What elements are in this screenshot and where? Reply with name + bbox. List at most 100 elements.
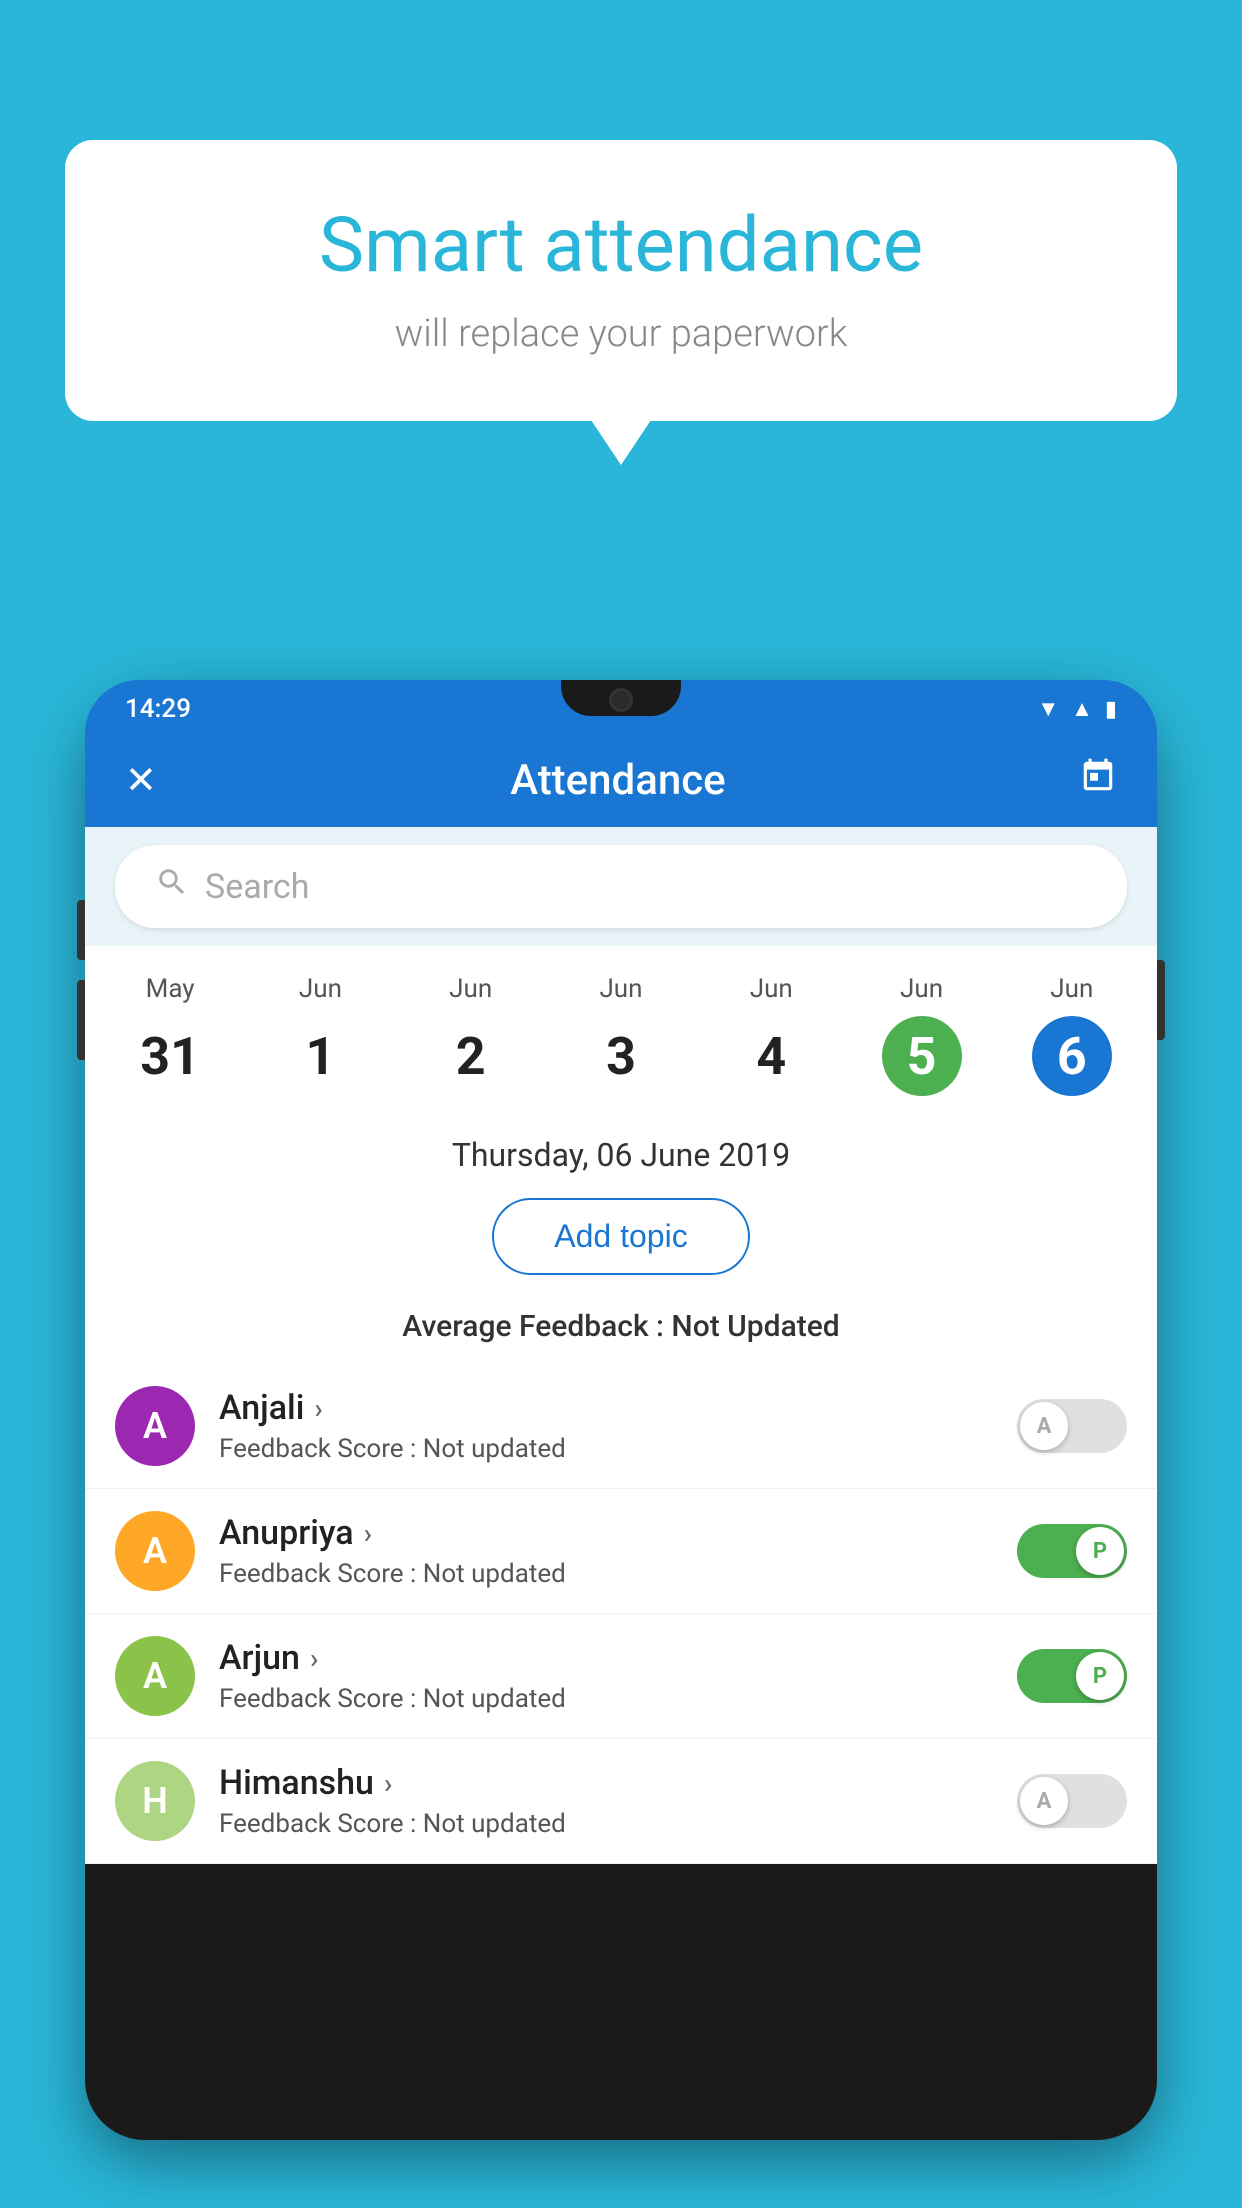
student-info: Anjali › Feedback Score : Not updated: [219, 1388, 993, 1464]
student-name-text: Arjun: [219, 1638, 300, 1678]
phone-notch: [561, 680, 681, 716]
speech-bubble: Smart attendance will replace your paper…: [65, 140, 1177, 421]
cal-date-label: 2: [431, 1016, 511, 1096]
attendance-toggle-wrap: P: [1017, 1524, 1127, 1578]
toggle-thumb: A: [1020, 1402, 1068, 1450]
student-avatar: H: [115, 1761, 195, 1841]
calendar-day-31[interactable]: May 31: [130, 966, 210, 1104]
student-name-text: Anjali: [219, 1388, 304, 1428]
calendar-days: May 31 Jun 1 Jun 2 Jun 3 Jun 4 Jun 5 Jun 6: [95, 966, 1147, 1104]
cal-month-label: Jun: [1050, 974, 1093, 1004]
attendance-toggle-wrap: P: [1017, 1649, 1127, 1703]
toggle-thumb: A: [1020, 1777, 1068, 1825]
phone-body: 14:29 ▼ ▲ ▮ ✕ Attendance: [85, 680, 1157, 2140]
attendance-toggle-wrap: A: [1017, 1774, 1127, 1828]
side-button-power: [1157, 960, 1165, 1040]
calendar-day-4[interactable]: Jun 4: [731, 966, 811, 1104]
close-button[interactable]: ✕: [125, 758, 157, 803]
student-feedback-score: Feedback Score : Not updated: [219, 1559, 993, 1589]
cal-month-label: May: [146, 974, 195, 1004]
student-info: Anupriya› Feedback Score : Not updated: [219, 1513, 993, 1589]
phone-mockup: 14:29 ▼ ▲ ▮ ✕ Attendance: [85, 680, 1157, 2208]
phone-camera: [609, 688, 633, 712]
calendar-strip: May 31 Jun 1 Jun 2 Jun 3 Jun 4 Jun 5 Jun 6: [85, 946, 1157, 1114]
student-avatar: A: [115, 1511, 195, 1591]
screen-content: Search May 31 Jun 1 Jun 2 Jun 3 Jun 4 Jun 5 Jun 6 Thu…: [85, 827, 1157, 1864]
speech-bubble-title: Smart attendance: [125, 200, 1117, 290]
status-icons: ▼ ▲ ▮: [1037, 696, 1117, 722]
cal-date-label: 6: [1032, 1016, 1112, 1096]
student-name: Arjun ›: [219, 1638, 993, 1678]
student-name: Anupriya›: [219, 1513, 993, 1553]
chevron-right-icon: ›: [310, 1642, 318, 1675]
app-bar: ✕ Attendance: [85, 734, 1157, 827]
cal-date-label: 1: [280, 1016, 360, 1096]
chevron-right-icon: ›: [314, 1392, 322, 1425]
feedback-value: Not updated: [423, 1809, 566, 1839]
student-row[interactable]: A Arjun › Feedback Score : Not updated P: [85, 1614, 1157, 1739]
add-topic-container: Add topic: [85, 1190, 1157, 1295]
cal-month-label: Jun: [750, 974, 793, 1004]
side-button-vol-down: [77, 980, 85, 1060]
student-row[interactable]: H Himanshu › Feedback Score : Not updated A: [85, 1739, 1157, 1864]
avg-feedback-label: Average Feedback :: [402, 1309, 664, 1344]
search-input-placeholder[interactable]: Search: [205, 867, 309, 907]
app-bar-title: Attendance: [510, 756, 725, 805]
chevron-right-icon: ›: [364, 1517, 372, 1550]
cal-date-label: 31: [130, 1016, 210, 1096]
feedback-label: Feedback Score :: [219, 1809, 416, 1839]
side-button-vol-up: [77, 900, 85, 960]
student-avatar: A: [115, 1636, 195, 1716]
add-topic-button[interactable]: Add topic: [492, 1198, 749, 1275]
student-info: Arjun › Feedback Score : Not updated: [219, 1638, 993, 1714]
selected-date-label: Thursday, 06 June 2019: [85, 1114, 1157, 1190]
feedback-value: Not updated: [423, 1434, 566, 1464]
student-row[interactable]: A Anjali › Feedback Score : Not updated A: [85, 1364, 1157, 1489]
calendar-day-3[interactable]: Jun 3: [581, 966, 661, 1104]
attendance-toggle[interactable]: P: [1017, 1524, 1127, 1578]
student-feedback-score: Feedback Score : Not updated: [219, 1809, 993, 1839]
cal-month-label: Jun: [449, 974, 492, 1004]
attendance-toggle-wrap: A: [1017, 1399, 1127, 1453]
toggle-thumb: P: [1076, 1652, 1124, 1700]
feedback-label: Feedback Score :: [219, 1434, 416, 1464]
student-row[interactable]: A Anupriya› Feedback Score : Not updated P: [85, 1489, 1157, 1614]
calendar-day-6[interactable]: Jun 6: [1032, 966, 1112, 1104]
cal-date-label: 5: [882, 1016, 962, 1096]
calendar-button[interactable]: [1079, 757, 1117, 805]
student-feedback-score: Feedback Score : Not updated: [219, 1684, 993, 1714]
cal-date-label: 4: [731, 1016, 811, 1096]
student-name: Himanshu ›: [219, 1763, 993, 1803]
wifi-icon: ▼: [1037, 696, 1059, 722]
student-feedback-score: Feedback Score : Not updated: [219, 1434, 993, 1464]
student-info: Himanshu › Feedback Score : Not updated: [219, 1763, 993, 1839]
cal-month-label: Jun: [900, 974, 943, 1004]
calendar-day-1[interactable]: Jun 1: [280, 966, 360, 1104]
avg-feedback: Average Feedback : Not Updated: [85, 1295, 1157, 1364]
feedback-value: Not updated: [423, 1559, 566, 1589]
calendar-day-2[interactable]: Jun 2: [431, 966, 511, 1104]
cal-month-label: Jun: [599, 974, 642, 1004]
attendance-toggle[interactable]: A: [1017, 1399, 1127, 1453]
chevron-right-icon: ›: [384, 1767, 392, 1800]
avg-feedback-value: Not Updated: [671, 1309, 839, 1344]
speech-bubble-container: Smart attendance will replace your paper…: [65, 140, 1177, 421]
feedback-label: Feedback Score :: [219, 1684, 416, 1714]
cal-month-label: Jun: [299, 974, 342, 1004]
battery-icon: ▮: [1105, 697, 1117, 722]
search-icon: [155, 865, 189, 908]
student-avatar: A: [115, 1386, 195, 1466]
cal-date-label: 3: [581, 1016, 661, 1096]
student-name-text: Himanshu: [219, 1763, 374, 1803]
search-bar[interactable]: Search: [115, 845, 1127, 928]
student-list: AAnjali›Feedback Score : Not updatedAAAn…: [85, 1364, 1157, 1864]
status-time: 14:29: [125, 694, 191, 724]
calendar-day-5[interactable]: Jun 5: [882, 966, 962, 1104]
feedback-value: Not updated: [423, 1684, 566, 1714]
student-name: Anjali ›: [219, 1388, 993, 1428]
signal-icon: ▲: [1071, 696, 1093, 722]
speech-bubble-subtitle: will replace your paperwork: [125, 312, 1117, 356]
attendance-toggle[interactable]: A: [1017, 1774, 1127, 1828]
feedback-label: Feedback Score :: [219, 1559, 416, 1589]
attendance-toggle[interactable]: P: [1017, 1649, 1127, 1703]
